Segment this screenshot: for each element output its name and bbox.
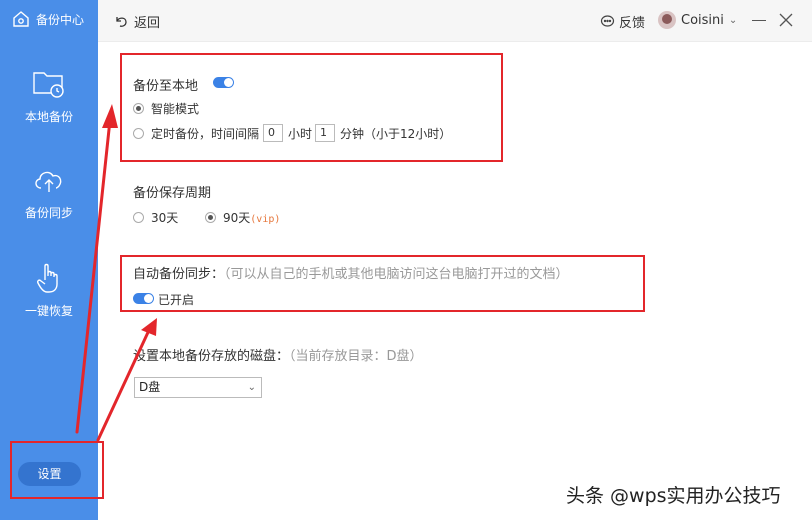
sidebar-item-backup-sync[interactable]: 备份同步: [0, 162, 98, 221]
disk-hint: （当前存放目录：D盘）: [289, 349, 423, 364]
disk-title-text: 设置本地备份存放的磁盘：: [133, 349, 290, 364]
back-label: 返回: [134, 16, 161, 31]
avatar: [658, 11, 676, 29]
annotation-box-settings: [10, 441, 104, 499]
disk-title: 设置本地备份存放的磁盘：（当前存放目录：D盘）: [133, 345, 423, 364]
user-menu[interactable]: Coisini ⌄: [658, 11, 737, 29]
folder-clock-icon: [33, 72, 64, 98]
retention-30-radio[interactable]: [133, 212, 144, 223]
cloud-upload-icon: [35, 171, 62, 192]
disk-select[interactable]: D盘 ⌄: [134, 377, 262, 398]
retention-30-label: 30天: [151, 211, 179, 225]
chevron-down-icon: ⌄: [728, 14, 738, 26]
watermark: 头条 @wps实用办公技巧: [566, 485, 781, 507]
close-icon[interactable]: [778, 12, 794, 28]
minimize-button[interactable]: [752, 20, 766, 21]
sidebar-item-local-backup[interactable]: 本地备份: [0, 66, 98, 125]
sidebar-item-label: 一键恢复: [24, 304, 73, 318]
home-icon: [13, 11, 29, 27]
chat-bubble-icon: [600, 15, 615, 27]
annotation-box-local-backup: [120, 53, 503, 162]
retention-90-label: 90天(vip): [223, 209, 280, 226]
brand: 备份中心: [12, 10, 84, 28]
feedback-button[interactable]: 反馈: [600, 12, 645, 31]
sidebar-item-restore[interactable]: 一键恢复: [0, 260, 98, 319]
retention-90-text: 90天: [223, 211, 251, 225]
brand-title: 备份中心: [36, 12, 85, 27]
undo-icon: [116, 17, 127, 27]
retention-90-radio[interactable]: [205, 212, 216, 223]
back-button[interactable]: 返回: [114, 12, 160, 31]
sidebar-item-label: 本地备份: [24, 110, 73, 124]
vip-badge: (vip): [250, 214, 281, 225]
top-bar: 返回 反馈 Coisini ⌄: [98, 0, 812, 42]
chevron-down-icon: ⌄: [247, 382, 256, 393]
hand-pointer-icon: [37, 263, 58, 293]
annotation-box-auto-sync: [120, 255, 645, 312]
retention-title: 备份保存周期: [133, 186, 212, 201]
user-name: Coisini: [681, 12, 724, 28]
disk-select-value: D盘: [139, 380, 161, 394]
feedback-label: 反馈: [619, 16, 646, 31]
sidebar-item-label: 备份同步: [24, 206, 73, 220]
